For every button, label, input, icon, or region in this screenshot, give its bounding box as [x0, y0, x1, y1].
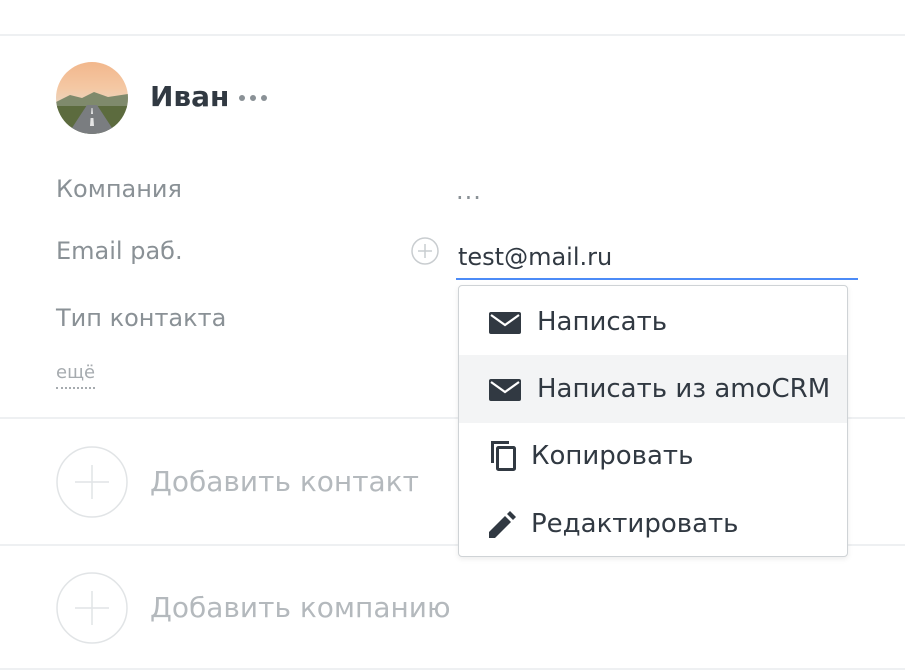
more-fields-link[interactable]: ещё [56, 362, 96, 389]
company-value[interactable]: ... [456, 176, 482, 206]
email-input[interactable] [456, 236, 858, 280]
email-label: Email раб. [56, 237, 183, 265]
menu-item-write-label: Написать [537, 307, 668, 337]
envelope-icon [489, 379, 521, 401]
menu-item-edit-label: Редактировать [531, 509, 739, 539]
envelope-icon [489, 312, 521, 334]
add-company-label: Добавить компанию [150, 591, 451, 624]
contact-type-label: Тип контакта [56, 304, 227, 332]
menu-item-edit[interactable]: Редактировать [459, 490, 847, 556]
menu-item-write-from-amocrm-label: Написать из amoCRM [537, 374, 831, 404]
copy-icon [491, 441, 516, 471]
avatar-photo-icon [56, 62, 128, 134]
add-company-plus-icon [56, 572, 128, 644]
menu-item-copy-label: Копировать [531, 441, 694, 471]
pencil-icon [489, 511, 516, 538]
menu-item-copy[interactable]: Копировать [459, 422, 847, 490]
menu-item-write-from-amocrm[interactable]: Написать из amoCRM [459, 355, 847, 423]
add-email-plus-icon[interactable] [411, 237, 439, 265]
contact-name[interactable]: Иван [150, 80, 229, 114]
bottom-divider [0, 668, 905, 670]
add-contact-label: Добавить контакт [150, 465, 419, 498]
top-divider [0, 34, 905, 36]
email-actions-menu: Написать Написать из amoCRM Копировать Р… [458, 285, 848, 557]
more-options-icon[interactable] [239, 94, 269, 102]
add-contact-plus-icon [56, 446, 128, 518]
menu-item-write[interactable]: Написать [459, 288, 847, 356]
company-label: Компания [56, 175, 182, 203]
avatar[interactable] [56, 62, 128, 134]
